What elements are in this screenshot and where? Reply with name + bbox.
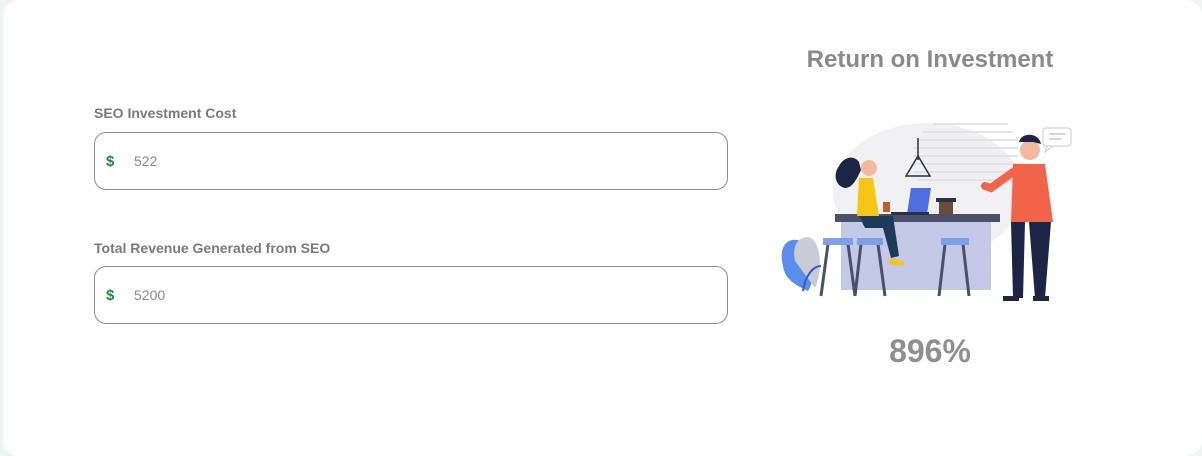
- roi-calculator-card: SEO Investment Cost $ Total Revenue Gene…: [3, 0, 1202, 456]
- revenue-field[interactable]: $: [94, 266, 728, 324]
- investment-cost-field[interactable]: $: [94, 132, 728, 190]
- office-coffee-bar-illustration: [781, 123, 1072, 301]
- roi-percent-unit: %: [942, 333, 971, 369]
- investment-cost-label: SEO Investment Cost: [94, 105, 237, 121]
- roi-value-display: 896%: [743, 333, 1117, 370]
- dollar-sign-icon: $: [106, 152, 115, 170]
- roi-title: Return on Investment: [806, 46, 1054, 73]
- revenue-label: Total Revenue Generated from SEO: [94, 240, 331, 256]
- investment-cost-input[interactable]: [132, 152, 696, 170]
- revenue-input[interactable]: [132, 286, 696, 304]
- dollar-sign-icon: $: [106, 286, 115, 304]
- roi-value: 896: [889, 333, 943, 369]
